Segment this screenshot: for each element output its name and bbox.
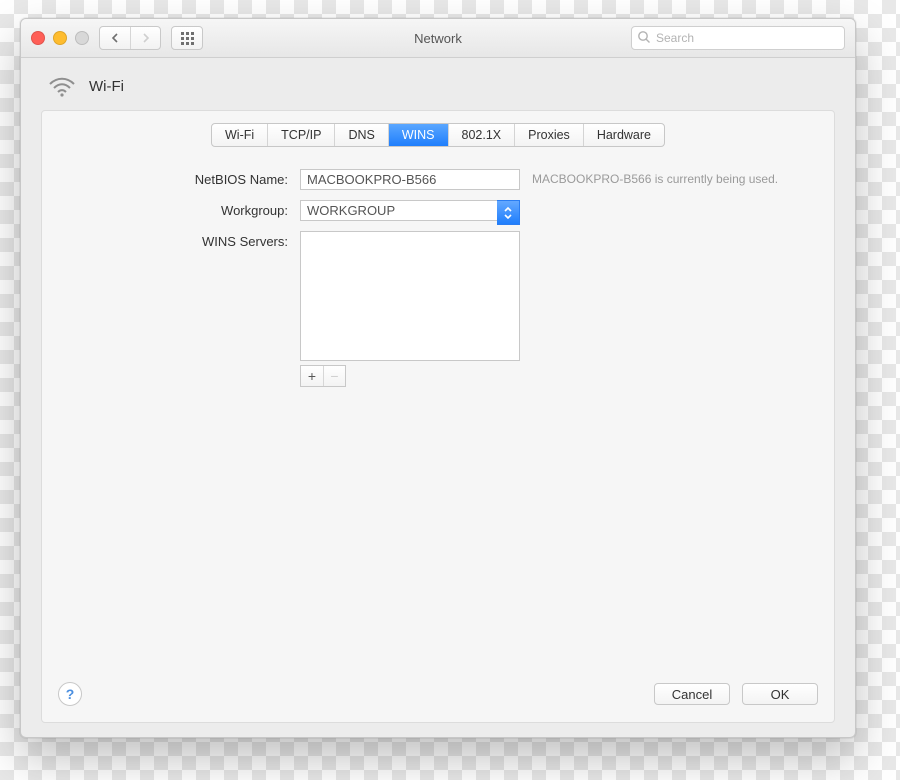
close-icon[interactable] <box>31 31 45 45</box>
settings-panel: Wi-Fi TCP/IP DNS WINS 802.1X Proxies Har… <box>41 110 835 723</box>
tab-dns[interactable]: DNS <box>334 124 387 146</box>
search-icon <box>637 30 651 44</box>
netbios-name-input[interactable] <box>300 169 520 190</box>
preferences-window: Network Wi-Fi Wi-Fi TCP/IP DNS WINS 802.… <box>20 18 856 738</box>
tab-proxies[interactable]: Proxies <box>514 124 583 146</box>
show-all-button[interactable] <box>171 26 203 50</box>
content: Wi-Fi Wi-Fi TCP/IP DNS WINS 802.1X Proxi… <box>21 58 855 737</box>
tab-8021x[interactable]: 802.1X <box>448 124 515 146</box>
wins-servers-cell: + − <box>300 231 520 387</box>
tabs: Wi-Fi TCP/IP DNS WINS 802.1X Proxies Har… <box>211 123 665 147</box>
wins-servers-label: WINS Servers: <box>202 231 288 249</box>
workgroup-input[interactable] <box>300 200 520 221</box>
grid-icon <box>181 32 194 45</box>
netbios-hint: MACBOOKPRO-B566 is currently being used. <box>532 169 818 187</box>
service-header: Wi-Fi <box>47 74 835 98</box>
minimize-icon[interactable] <box>53 31 67 45</box>
add-server-button[interactable]: + <box>301 366 323 386</box>
tab-hardware[interactable]: Hardware <box>583 124 664 146</box>
add-remove-segment: + − <box>300 365 346 387</box>
service-title: Wi-Fi <box>89 78 124 95</box>
traffic-lights <box>31 31 89 45</box>
forward-button[interactable] <box>130 27 160 49</box>
panel-footer: ? Cancel OK <box>58 668 818 706</box>
remove-server-button: − <box>323 366 345 386</box>
tab-tcpip[interactable]: TCP/IP <box>267 124 334 146</box>
back-button[interactable] <box>100 27 130 49</box>
netbios-label: NetBIOS Name: <box>195 169 288 187</box>
workgroup-dropdown-button[interactable] <box>497 200 520 225</box>
help-button[interactable]: ? <box>58 682 82 706</box>
chevron-up-down-icon <box>503 206 513 220</box>
search-input[interactable] <box>631 26 845 50</box>
ok-button[interactable]: OK <box>742 683 818 705</box>
zoom-icon[interactable] <box>75 31 89 45</box>
workgroup-label: Workgroup: <box>221 200 288 218</box>
nav-back-forward <box>99 26 161 50</box>
workgroup-combobox <box>300 200 520 221</box>
tab-wins[interactable]: WINS <box>388 124 448 146</box>
titlebar: Network <box>21 19 855 58</box>
wins-servers-list[interactable] <box>300 231 520 361</box>
tab-wifi[interactable]: Wi-Fi <box>212 124 267 146</box>
wifi-icon <box>47 74 77 98</box>
wins-form: NetBIOS Name: MACBOOKPRO-B566 is current… <box>58 169 818 387</box>
search-wrap <box>631 26 845 50</box>
cancel-button[interactable]: Cancel <box>654 683 730 705</box>
